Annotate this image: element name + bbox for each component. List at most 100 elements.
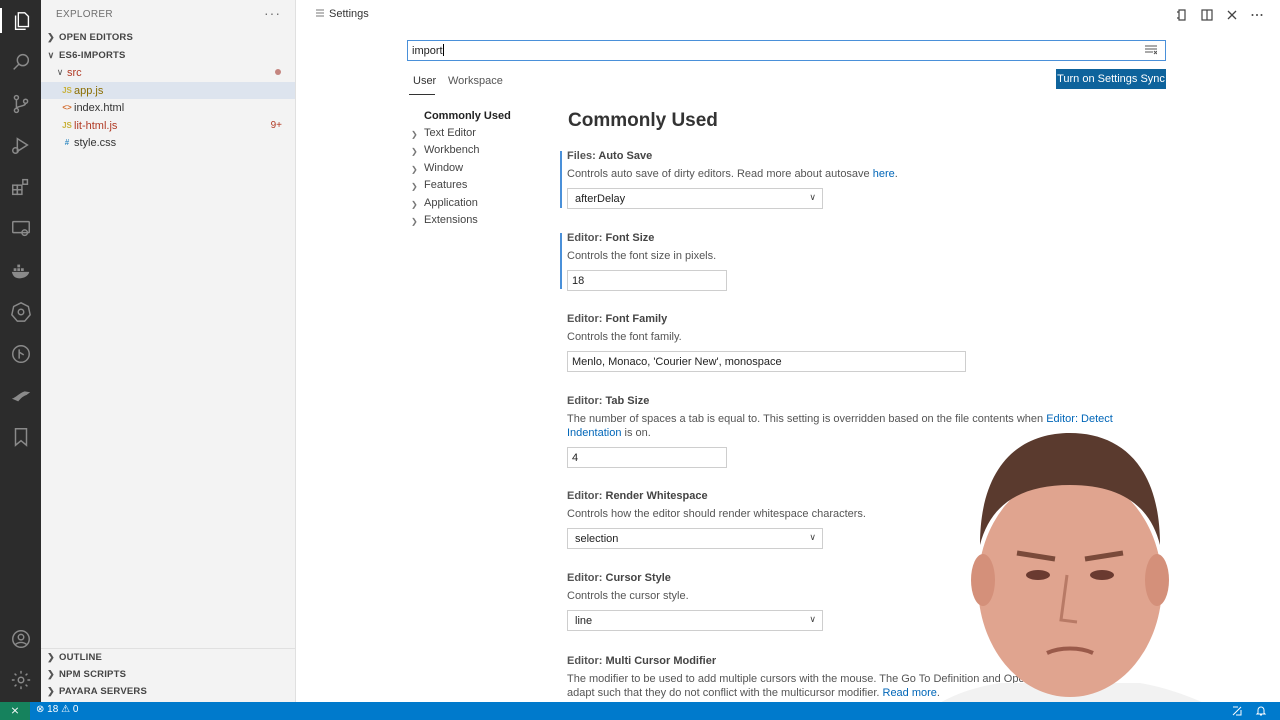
setting-name: Render Whitespace — [605, 490, 708, 502]
toc-commonly-used[interactable]: Commonly Used — [424, 110, 511, 122]
autosave-link[interactable]: here — [873, 168, 895, 180]
project-section[interactable]: ∨ ES6-IMPORTS — [41, 47, 296, 64]
setting-description: Controls the font size in pixels. — [567, 250, 717, 262]
problems-status[interactable]: ⊗ 18 ⚠ 0 — [36, 704, 78, 715]
more-actions-icon[interactable]: ··· — [264, 5, 281, 21]
git-graph-icon[interactable] — [8, 341, 33, 366]
chevron-right-icon: ❯ — [411, 147, 418, 156]
desc-text-2: adapt such that they do not conflict wit… — [567, 687, 883, 699]
setting-label: Editor: Font Family — [567, 313, 1167, 325]
file-style-css[interactable]: # style.css — [41, 134, 295, 151]
toc-text-editor[interactable]: Text Editor — [424, 127, 476, 139]
chevron-right-icon: ❯ — [411, 200, 418, 209]
outline-label: OUTLINE — [59, 652, 103, 663]
file-lit-html-js[interactable]: JS lit-html.js 9+ — [41, 117, 295, 134]
problems-badge: 9+ — [270, 120, 282, 131]
setting-name: Cursor Style — [605, 572, 671, 584]
setting-description: Controls the font family. — [567, 331, 682, 343]
error-count: 18 — [47, 704, 59, 715]
webcam-overlay — [905, 425, 1235, 720]
toc-workbench[interactable]: Workbench — [424, 144, 479, 156]
kubernetes-icon[interactable] — [8, 299, 33, 324]
setting-category: Editor: — [567, 655, 606, 667]
setting-font-size: Editor: Font Size Controls the font size… — [567, 232, 1167, 291]
chevron-right-icon: ❯ — [411, 165, 418, 174]
select-value: line — [575, 615, 593, 627]
chevron-down-icon: ∨ — [47, 50, 55, 60]
file-label: app.js — [74, 84, 104, 97]
notifications-bell-icon[interactable] — [1255, 705, 1267, 717]
presenter-image — [915, 433, 1235, 720]
warning-count: 0 — [72, 704, 79, 715]
desc-end: is on. — [621, 427, 651, 439]
search-icon[interactable] — [8, 49, 33, 74]
font-family-input[interactable]: Menlo, Monaco, 'Courier New', monospace — [567, 351, 966, 372]
setting-label: Editor: Font Size — [567, 232, 1167, 244]
file-index-html[interactable]: <> index.html — [41, 99, 295, 116]
toc-features[interactable]: Features — [424, 179, 467, 191]
explorer-sidebar: EXPLORER ··· ❯ OPEN EDITORS ∨ ES6-IMPORT… — [41, 0, 296, 702]
render-whitespace-select[interactable]: selection ∨ — [567, 528, 823, 549]
npm-scripts-label: NPM SCRIPTS — [59, 669, 127, 680]
setting-name: Tab Size — [605, 395, 650, 407]
tab-workspace[interactable]: Workspace — [448, 75, 503, 87]
account-icon[interactable] — [8, 626, 33, 651]
feedback-icon[interactable] — [1231, 705, 1243, 717]
open-editors-section[interactable]: ❯ OPEN EDITORS — [41, 29, 296, 46]
font-size-input[interactable]: 18 — [567, 270, 727, 291]
project-label: ES6-IMPORTS — [59, 50, 126, 61]
chevron-right-icon: ❯ — [411, 130, 418, 139]
tab-size-input[interactable]: 4 — [567, 447, 727, 468]
outline-section[interactable]: ❯ OUTLINE — [41, 649, 296, 666]
files-icon[interactable] — [0, 8, 41, 33]
html-file-icon: <> — [62, 103, 72, 112]
toc-application[interactable]: Application — [424, 197, 478, 209]
remote-indicator-icon[interactable]: ⨯ — [0, 702, 30, 720]
js-file-icon: JS — [62, 86, 72, 95]
folder-label: src — [67, 66, 82, 79]
setting-category: Files: — [567, 150, 599, 162]
folder-src[interactable]: ∨ src — [41, 64, 295, 81]
tab-settings[interactable]: Settings — [329, 8, 369, 20]
select-value: selection — [575, 533, 619, 545]
bookmark-icon[interactable] — [8, 424, 33, 449]
payara-servers-section[interactable]: ❯ PAYARA SERVERS — [41, 683, 296, 700]
auto-save-select[interactable]: afterDelay ∨ — [567, 188, 823, 209]
setting-auto-save: Files: Auto Save Controls auto save of d… — [567, 150, 1167, 209]
tab-user[interactable]: User — [413, 75, 436, 87]
remote-explorer-icon[interactable] — [8, 216, 33, 241]
settings-gear-icon[interactable] — [8, 667, 33, 692]
run-debug-icon[interactable] — [8, 132, 33, 157]
extensions-icon[interactable] — [8, 174, 33, 199]
deploy-icon[interactable] — [8, 382, 33, 407]
split-editor-icon[interactable] — [1200, 8, 1214, 22]
filter-icon[interactable] — [1145, 45, 1157, 56]
section-title: Commonly Used — [568, 110, 718, 131]
tab-bar: Settings — [296, 0, 1280, 30]
chevron-right-icon: ❯ — [47, 686, 55, 696]
settings-sync-button[interactable]: Turn on Settings Sync — [1056, 69, 1166, 89]
setting-category: Editor: — [567, 395, 606, 407]
docker-icon[interactable] — [8, 258, 33, 283]
npm-scripts-section[interactable]: ❯ NPM SCRIPTS — [41, 666, 296, 683]
close-icon[interactable] — [1225, 8, 1239, 22]
setting-description: Controls auto save of dirty editors. Rea… — [567, 167, 1167, 181]
more-actions-icon[interactable] — [1250, 8, 1264, 22]
active-tab-underline — [409, 94, 435, 95]
chevron-right-icon: ❯ — [47, 669, 55, 679]
open-json-icon[interactable] — [1175, 8, 1189, 22]
cursor-style-select[interactable]: line ∨ — [567, 610, 823, 631]
settings-file-icon — [316, 9, 324, 17]
file-app-js[interactable]: JS app.js — [41, 82, 295, 99]
desc-end: . — [894, 168, 898, 180]
setting-label: Editor: Tab Size — [567, 395, 1167, 407]
settings-search-input[interactable]: import — [407, 40, 1166, 61]
status-bar: ⨯ ⊗ 18 ⚠ 0 — [0, 702, 1280, 720]
desc-text: Controls auto save of dirty editors. Rea… — [567, 168, 873, 180]
toc-extensions[interactable]: Extensions — [424, 214, 478, 226]
toc-window[interactable]: Window — [424, 162, 463, 174]
setting-category: Editor: — [567, 572, 606, 584]
css-file-icon: # — [64, 138, 70, 147]
source-control-icon[interactable] — [8, 91, 33, 116]
select-value: afterDelay — [575, 193, 626, 205]
